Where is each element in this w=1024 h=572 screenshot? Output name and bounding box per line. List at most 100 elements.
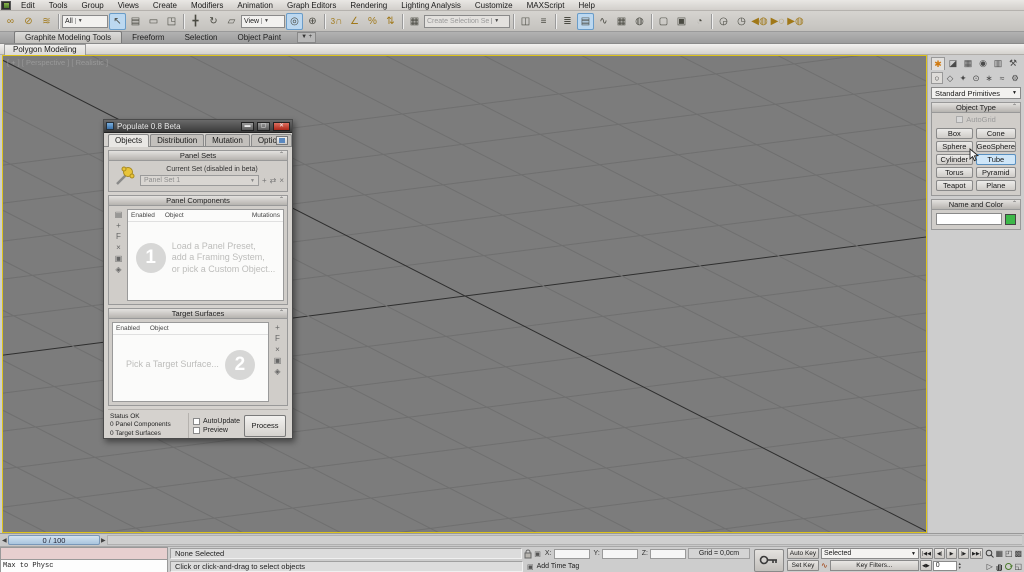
tab-mutation[interactable]: Mutation bbox=[205, 134, 250, 146]
torus-button[interactable]: Torus bbox=[936, 167, 973, 178]
rectangular-selection-region-icon[interactable]: ▭ bbox=[145, 13, 162, 30]
modify-tab-icon[interactable]: ◪ bbox=[946, 57, 960, 70]
absolute-mode-toggle-icon[interactable]: ▣ bbox=[534, 550, 541, 558]
tab-graphite-modeling-tools[interactable]: Graphite Modeling Tools bbox=[14, 31, 122, 43]
delete-component-icon[interactable]: × bbox=[116, 244, 121, 252]
object-name-input[interactable] bbox=[936, 213, 1002, 225]
app-logo-icon[interactable] bbox=[1, 1, 11, 10]
set-key-button[interactable]: Set Key bbox=[787, 560, 819, 571]
zoom-extents-all-icon[interactable]: ▩ bbox=[1014, 550, 1022, 558]
collapse-chevron-icon[interactable]: ⌃ bbox=[279, 309, 284, 316]
render-final-icon[interactable]: ▶◍ bbox=[787, 13, 804, 30]
zoom-extents-icon[interactable]: ◰ bbox=[1005, 550, 1013, 558]
tube-button[interactable]: Tube bbox=[976, 154, 1016, 165]
maxscript-mini-listener[interactable]: Max to Physc bbox=[0, 560, 168, 572]
preview-checkbox[interactable] bbox=[193, 427, 200, 434]
named-selection-sets-dropdown[interactable]: Create Selection Se▼ bbox=[424, 15, 510, 28]
panel-components-list[interactable]: Enabled Object Mutations 1 Load a Panel … bbox=[127, 209, 284, 301]
angle-snap-toggle-icon[interactable]: ∠ bbox=[346, 13, 363, 30]
menu-tools[interactable]: Tools bbox=[42, 0, 75, 11]
auto-key-button[interactable]: Auto Key bbox=[787, 548, 819, 559]
menu-graph-editors[interactable]: Graph Editors bbox=[280, 0, 343, 11]
orbit-icon[interactable] bbox=[1004, 562, 1013, 571]
pin-surface-icon[interactable]: ◈ bbox=[274, 368, 280, 376]
current-frame-field[interactable]: 0 bbox=[933, 561, 957, 571]
menu-edit[interactable]: Edit bbox=[14, 0, 42, 11]
menu-animation[interactable]: Animation bbox=[230, 0, 280, 11]
menu-maxscript[interactable]: MAXScript bbox=[520, 0, 572, 11]
y-coordinate-field[interactable] bbox=[602, 549, 638, 559]
menu-create[interactable]: Create bbox=[146, 0, 184, 11]
space-warps-icon[interactable]: ≈ bbox=[996, 72, 1008, 84]
field-of-view-icon[interactable]: ▷ bbox=[987, 563, 993, 571]
previous-frame-button[interactable]: ◀| bbox=[934, 548, 945, 559]
collapse-chevron-icon[interactable]: ⌃ bbox=[279, 151, 284, 158]
close-button[interactable]: ✕ bbox=[273, 122, 290, 131]
collapse-chevron-icon[interactable]: ⌃ bbox=[1012, 200, 1017, 207]
cameras-icon[interactable]: ⊙ bbox=[970, 72, 982, 84]
select-and-scale-icon[interactable]: ▱ bbox=[223, 13, 240, 30]
maximize-button[interactable]: ▢ bbox=[257, 122, 270, 131]
render-iterative-icon[interactable]: ◀◍ bbox=[751, 13, 768, 30]
add-surface-icon[interactable]: + bbox=[275, 324, 280, 332]
menu-help[interactable]: Help bbox=[571, 0, 601, 11]
primitive-category-dropdown[interactable]: Standard Primitives▼ bbox=[931, 87, 1021, 99]
add-panel-set-icon[interactable]: + bbox=[262, 177, 267, 185]
geometry-icon[interactable]: ○ bbox=[931, 72, 943, 84]
rendered-frame-window-icon[interactable]: ▣ bbox=[673, 13, 690, 30]
lights-icon[interactable]: ✦ bbox=[957, 72, 969, 84]
material-editor-icon[interactable]: ◍ bbox=[631, 13, 648, 30]
geosphere-button[interactable]: GeoSphere bbox=[976, 141, 1016, 152]
time-forward-arrow[interactable]: ▶ bbox=[101, 537, 106, 544]
frame-spinner[interactable]: ▲▼ bbox=[958, 562, 962, 570]
utilities-tab-icon[interactable]: ⚒ bbox=[1006, 57, 1020, 70]
curve-editor-icon[interactable]: ∿ bbox=[595, 13, 612, 30]
select-and-rotate-icon[interactable]: ↻ bbox=[205, 13, 222, 30]
collapse-chevron-icon[interactable]: ⌃ bbox=[279, 196, 284, 203]
tab-polygon-modeling[interactable]: Polygon Modeling bbox=[4, 44, 86, 55]
render-setup-icon[interactable]: ▢ bbox=[655, 13, 672, 30]
play-button[interactable]: ▶ bbox=[946, 548, 957, 559]
use-pivot-point-center-icon[interactable]: ◎ bbox=[286, 13, 303, 30]
render-gallery-icon[interactable]: ◷ bbox=[733, 13, 750, 30]
mirror-icon[interactable]: ◫ bbox=[517, 13, 534, 30]
menu-views[interactable]: Views bbox=[111, 0, 146, 11]
z-coordinate-field[interactable] bbox=[650, 549, 686, 559]
time-back-arrow[interactable]: ◀ bbox=[2, 537, 7, 544]
set-keys-button[interactable] bbox=[754, 549, 784, 572]
delete-panel-set-icon[interactable]: × bbox=[279, 177, 284, 185]
select-by-name-icon[interactable]: ▤ bbox=[127, 13, 144, 30]
edit-named-selection-sets-icon[interactable]: ▦ bbox=[406, 13, 423, 30]
perspective-viewport[interactable]: [ + ] [ Perspective ] [ Realistic ] Popu… bbox=[2, 55, 927, 533]
menu-group[interactable]: Group bbox=[74, 0, 110, 11]
menu-rendering[interactable]: Rendering bbox=[343, 0, 394, 11]
collapse-chevron-icon[interactable]: ⌃ bbox=[1012, 103, 1017, 110]
name-and-color-header[interactable]: Name and Color⌃ bbox=[932, 200, 1020, 210]
unlink-selection-icon[interactable]: ⊘ bbox=[20, 13, 37, 30]
object-color-swatch[interactable] bbox=[1005, 214, 1016, 225]
viewport-label[interactable]: [ + ] [ Perspective ] [ Realistic ] bbox=[7, 58, 108, 67]
autogrid-checkbox[interactable] bbox=[956, 116, 963, 123]
cone-button[interactable]: Cone bbox=[976, 128, 1016, 139]
display-tab-icon[interactable]: ▥ bbox=[991, 57, 1005, 70]
plane-button[interactable]: Plane bbox=[976, 180, 1016, 191]
menu-lighting-analysis[interactable]: Lighting Analysis bbox=[394, 0, 468, 11]
align-icon[interactable]: ≡ bbox=[535, 13, 552, 30]
cylinder-button[interactable]: Cylinder bbox=[936, 154, 973, 165]
time-slider-handle[interactable]: 0 / 100 bbox=[8, 535, 100, 545]
select-and-link-icon[interactable]: ∞ bbox=[2, 13, 19, 30]
pin-component-icon[interactable]: ◈ bbox=[115, 266, 121, 274]
tab-distribution[interactable]: Distribution bbox=[150, 134, 204, 146]
tab-freeform[interactable]: Freeform bbox=[122, 32, 174, 43]
sphere-button[interactable]: Sphere bbox=[936, 141, 973, 152]
duplicate-panel-set-icon[interactable]: ⇄ bbox=[270, 177, 277, 185]
bind-to-space-warp-icon[interactable]: ≋ bbox=[38, 13, 55, 30]
time-tag-icon[interactable]: ▣ bbox=[527, 563, 534, 571]
dialog-dock-icon[interactable] bbox=[276, 136, 288, 145]
load-panel-preset-icon[interactable]: ▤ bbox=[115, 211, 123, 219]
target-surfaces-list[interactable]: Enabled Object Pick a Target Surface... … bbox=[112, 322, 269, 402]
pick-surface-icon[interactable]: F bbox=[275, 335, 280, 343]
snaps-toggle-icon[interactable]: 3∩ bbox=[328, 13, 345, 30]
select-and-manipulate-icon[interactable]: ⊕ bbox=[304, 13, 321, 30]
tab-selection[interactable]: Selection bbox=[175, 32, 228, 43]
